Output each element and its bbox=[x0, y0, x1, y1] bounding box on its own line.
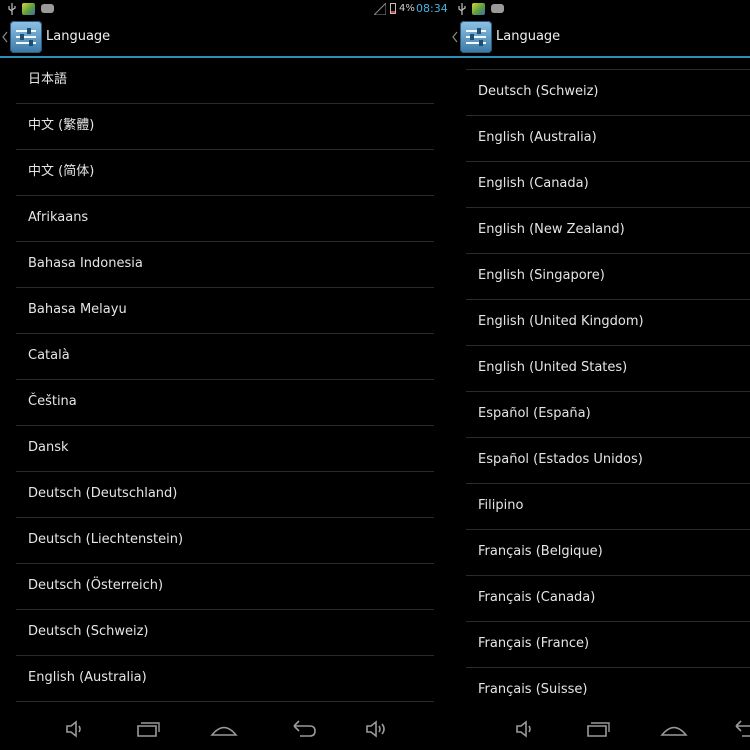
settings-app-icon[interactable] bbox=[460, 21, 492, 53]
language-label: English (United States) bbox=[478, 360, 628, 375]
language-item[interactable]: Deutsch (Deutschland) bbox=[16, 472, 434, 518]
back-icon[interactable] bbox=[732, 716, 750, 742]
page-title: Language bbox=[46, 29, 111, 44]
battery-percent: 4% bbox=[399, 3, 415, 14]
language-item[interactable]: English (Singapore) bbox=[466, 254, 750, 300]
home-icon[interactable] bbox=[660, 716, 688, 742]
usb-icon bbox=[458, 3, 466, 15]
home-icon[interactable] bbox=[210, 716, 238, 742]
language-label: English (Canada) bbox=[478, 176, 589, 191]
language-item[interactable]: Français (Canada) bbox=[466, 576, 750, 622]
recent-apps-icon[interactable] bbox=[133, 716, 161, 742]
language-item[interactable]: Čeština bbox=[16, 380, 434, 426]
settings-sliders-icon bbox=[466, 28, 486, 46]
volume-down-icon[interactable] bbox=[60, 716, 88, 742]
language-item[interactable]: Català bbox=[16, 334, 434, 380]
language-label: 中文 (简体) bbox=[28, 164, 95, 179]
up-caret-icon bbox=[2, 31, 8, 43]
gamepad-notification-icon bbox=[41, 4, 54, 13]
clock: 08:34 bbox=[416, 2, 448, 15]
app-notification-icon bbox=[472, 3, 485, 15]
language-label: English (United Kingdom) bbox=[478, 314, 644, 329]
language-label: Español (Estados Unidos) bbox=[478, 452, 643, 467]
signal-icon bbox=[374, 3, 386, 15]
language-item[interactable]: 中文 (简体) bbox=[16, 150, 434, 196]
recent-apps-icon[interactable] bbox=[583, 716, 611, 742]
language-item[interactable]: English (United States) bbox=[466, 346, 750, 392]
language-list[interactable]: Deutsch (Schweiz) English (Australia) En… bbox=[450, 58, 750, 706]
language-label: Español (España) bbox=[478, 406, 591, 421]
language-item[interactable]: Deutsch (Österreich) bbox=[16, 564, 434, 610]
status-bar: 4% 08:34 bbox=[0, 0, 450, 18]
language-label: Čeština bbox=[28, 394, 77, 409]
language-item[interactable]: 中文 (繁體) bbox=[16, 104, 434, 150]
language-label: Français (Canada) bbox=[478, 590, 596, 605]
language-label: Français (France) bbox=[478, 636, 590, 651]
language-label: Deutsch (Schweiz) bbox=[478, 84, 599, 99]
language-label: Français (Belgique) bbox=[478, 544, 603, 559]
language-item[interactable]: Dansk bbox=[16, 426, 434, 472]
language-item[interactable]: Español (Estados Unidos) bbox=[466, 438, 750, 484]
volume-up-icon[interactable] bbox=[362, 716, 390, 742]
language-item[interactable]: Français (Suisse) bbox=[466, 668, 750, 706]
language-label: Deutsch (Liechtenstein) bbox=[28, 532, 184, 547]
language-label: Català bbox=[28, 348, 70, 363]
language-label: English (New Zealand) bbox=[478, 222, 625, 237]
language-label: Afrikaans bbox=[28, 210, 89, 225]
language-item[interactable]: Afrikaans bbox=[16, 196, 434, 242]
status-bar bbox=[450, 0, 750, 18]
language-item[interactable]: Bahasa Melayu bbox=[16, 288, 434, 334]
language-label: Filipino bbox=[478, 498, 524, 513]
language-item[interactable]: English (New Zealand) bbox=[466, 208, 750, 254]
language-item[interactable]: English (Canada) bbox=[466, 162, 750, 208]
language-item[interactable]: Deutsch (Schweiz) bbox=[466, 70, 750, 116]
language-item[interactable]: English (Australia) bbox=[466, 116, 750, 162]
settings-app-icon[interactable] bbox=[10, 21, 42, 53]
left-screen: 4% 08:34 Language 日本語 中文 (繁體) 中文 (简体) Af… bbox=[0, 0, 450, 750]
language-label: Bahasa Indonesia bbox=[28, 256, 143, 271]
language-item[interactable]: Filipino bbox=[466, 484, 750, 530]
navigation-bar bbox=[0, 706, 450, 750]
language-list[interactable]: 日本語 中文 (繁體) 中文 (简体) Afrikaans Bahasa Ind… bbox=[0, 58, 450, 706]
language-label: Deutsch (Schweiz) bbox=[28, 624, 149, 639]
volume-down-icon[interactable] bbox=[510, 716, 538, 742]
back-icon[interactable] bbox=[290, 716, 318, 742]
battery-icon bbox=[390, 3, 396, 14]
language-item[interactable]: English (Australia) bbox=[16, 656, 434, 702]
language-label: Dansk bbox=[28, 440, 69, 455]
language-label: 中文 (繁體) bbox=[28, 118, 95, 133]
language-label: Français (Suisse) bbox=[478, 682, 588, 697]
language-label: English (Singapore) bbox=[478, 268, 605, 283]
right-screen: Language Deutsch (Schweiz) English (Aust… bbox=[450, 0, 750, 750]
language-item[interactable]: Deutsch (Schweiz) bbox=[16, 610, 434, 656]
up-caret-icon bbox=[452, 31, 458, 43]
language-label: Bahasa Melayu bbox=[28, 302, 127, 317]
usb-icon bbox=[8, 3, 16, 15]
settings-sliders-icon bbox=[16, 28, 36, 46]
app-notification-icon bbox=[22, 3, 35, 15]
page-title: Language bbox=[496, 29, 561, 44]
gamepad-notification-icon bbox=[491, 4, 504, 13]
language-label: Deutsch (Deutschland) bbox=[28, 486, 178, 501]
language-label: English (Australia) bbox=[28, 670, 147, 685]
language-item[interactable] bbox=[466, 58, 750, 70]
action-bar[interactable]: Language bbox=[450, 18, 750, 58]
navigation-bar bbox=[450, 706, 750, 750]
language-item[interactable]: Bahasa Indonesia bbox=[16, 242, 434, 288]
language-item[interactable]: English (United Kingdom) bbox=[466, 300, 750, 346]
action-bar[interactable]: Language bbox=[0, 18, 450, 58]
language-label: English (Australia) bbox=[478, 130, 597, 145]
language-label: Deutsch (Österreich) bbox=[28, 578, 164, 593]
language-item[interactable]: Français (Belgique) bbox=[466, 530, 750, 576]
language-item[interactable]: Français (France) bbox=[466, 622, 750, 668]
language-item[interactable]: Deutsch (Liechtenstein) bbox=[16, 518, 434, 564]
language-label: 日本語 bbox=[28, 72, 68, 87]
language-item[interactable]: Español (España) bbox=[466, 392, 750, 438]
language-item[interactable]: 日本語 bbox=[16, 58, 434, 104]
